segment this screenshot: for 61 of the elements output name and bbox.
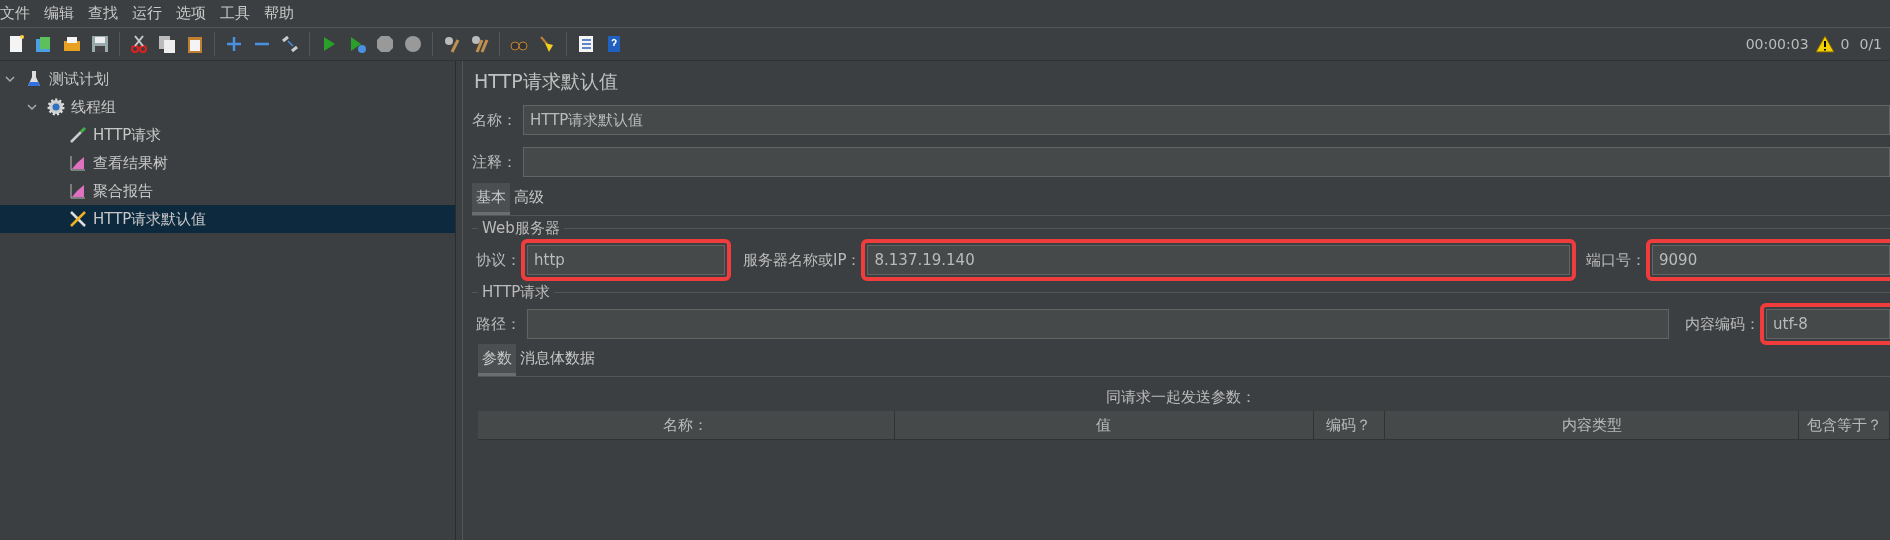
name-label: 名称： <box>472 110 517 130</box>
menu-item[interactable]: 工具 <box>220 4 257 23</box>
cut-icon <box>129 34 149 54</box>
column-header[interactable]: 值 <box>894 411 1315 439</box>
chart-icon <box>68 181 88 201</box>
protocol-field[interactable]: http <box>527 245 725 275</box>
menu-item[interactable]: 文件 <box>0 4 37 23</box>
stop-icon <box>375 34 395 54</box>
chart-icon <box>68 153 88 173</box>
port-field[interactable]: 9090 <box>1652 245 1890 275</box>
caret-icon[interactable] <box>4 73 16 85</box>
comment-label: 注释： <box>472 152 517 172</box>
menu-item[interactable]: 运行 <box>132 4 169 23</box>
tree-item[interactable]: 查看结果树 <box>0 149 455 177</box>
elapsed-time: 00:00:03 <box>1745 36 1809 52</box>
minus-icon <box>252 41 272 47</box>
open-folder-icon <box>62 34 82 54</box>
warning-count: 0 <box>1840 36 1850 52</box>
menu-item[interactable]: 帮助 <box>264 4 301 23</box>
tab[interactable]: 高级 <box>510 183 548 215</box>
menu-item[interactable]: 编辑 <box>44 4 81 23</box>
warning-icon <box>1814 35 1835 53</box>
tab[interactable]: 消息体数据 <box>516 344 599 376</box>
name-field[interactable]: HTTP请求默认值 <box>523 105 1890 135</box>
paste-icon <box>185 34 205 54</box>
tree-item[interactable]: 线程组 <box>0 93 455 121</box>
table-caption: 同请求一起发送参数： <box>1106 388 1256 407</box>
server-field[interactable]: 8.137.19.140 <box>867 245 1570 275</box>
path-label: 路径： <box>475 314 521 334</box>
column-header[interactable]: 包含等于？ <box>1799 411 1890 439</box>
protocol-label: 协议： <box>475 250 521 270</box>
encoding-label: 内容编码： <box>1684 314 1760 334</box>
save-icon <box>90 34 110 54</box>
tree-item[interactable]: HTTP请求 <box>0 121 455 149</box>
toggle-icon <box>280 34 300 54</box>
menu-item[interactable]: 选项 <box>176 4 213 23</box>
group-legend: Web服务器 <box>482 218 560 238</box>
tree-item[interactable]: HTTP请求默认值 <box>0 205 455 233</box>
comment-field[interactable] <box>523 147 1890 177</box>
column-header[interactable]: 内容类型 <box>1384 411 1800 439</box>
menu-item[interactable]: 查找 <box>88 4 125 23</box>
copy-icon <box>157 34 177 54</box>
group-legend: HTTP请求 <box>482 282 551 302</box>
pipette-icon <box>68 125 88 145</box>
encoding-field[interactable]: utf-8 <box>1766 309 1890 339</box>
gear-icon <box>46 97 66 117</box>
column-header[interactable]: 名称： <box>478 411 895 439</box>
path-field[interactable] <box>527 309 1669 339</box>
caret-icon[interactable] <box>26 101 38 113</box>
list-icon <box>576 34 596 54</box>
thread-count: 0/1 <box>1859 36 1882 52</box>
panel-title: HTTP请求默认值 <box>473 69 619 94</box>
tree-item[interactable]: 聚合报告 <box>0 177 455 205</box>
tab[interactable]: 参数 <box>478 344 516 376</box>
tools-icon <box>68 209 88 229</box>
tab[interactable]: 基本 <box>472 183 510 215</box>
tree-item[interactable]: 测试计划 <box>0 65 455 93</box>
column-header[interactable]: 编码？ <box>1314 411 1385 439</box>
port-label: 端口号： <box>1585 250 1646 270</box>
plus-icon <box>224 34 244 54</box>
server-label: 服务器名称或IP： <box>742 250 862 270</box>
